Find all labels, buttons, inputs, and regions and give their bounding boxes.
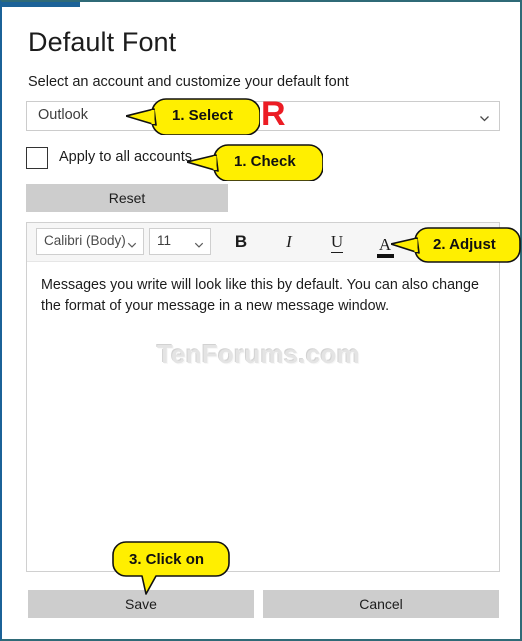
cancel-button[interactable]: Cancel [263, 590, 499, 618]
font-name-value: Calibri (Body) [44, 233, 126, 248]
apply-to-all-accounts-label: Apply to all accounts [59, 149, 192, 165]
chevron-down-icon [479, 111, 490, 122]
callout-step-click-label: 3. Click on [129, 551, 205, 568]
font-preview-editor: Calibri (Body) 11 B I U A Messages you w… [26, 222, 500, 572]
editor-preview-text: Messages you write will look like this b… [41, 277, 479, 314]
font-size-value: 11 [157, 233, 172, 248]
italic-button[interactable]: I [269, 223, 309, 261]
font-size-select[interactable]: 11 [149, 228, 211, 255]
callout-step-adjust-label: 2. Adjust [433, 236, 496, 253]
bold-button[interactable]: B [221, 223, 261, 261]
callout-step-check: 1. Check [187, 141, 323, 181]
callout-step-check-label: 1. Check [234, 153, 296, 170]
callout-step-select: 1. Select [126, 95, 260, 135]
page-title: Default Font [28, 27, 177, 57]
underline-label: U [330, 232, 344, 253]
underline-button[interactable]: U [317, 223, 357, 261]
watermark: TenForums.com [157, 339, 360, 369]
callout-step-select-label: 1. Select [172, 107, 233, 124]
reset-button[interactable]: Reset [26, 184, 228, 212]
page-subtitle: Select an account and customize your def… [28, 74, 349, 90]
font-name-select[interactable]: Calibri (Body) [36, 228, 144, 255]
callout-step-adjust: 2. Adjust [391, 225, 521, 263]
chevron-down-icon [194, 237, 204, 248]
account-select-value: Outlook [38, 107, 88, 123]
default-font-window: Default Font Select an account and custo… [0, 0, 522, 641]
callout-step-click: 3. Click on [112, 540, 230, 596]
window-content: Default Font Select an account and custo… [2, 2, 521, 639]
chevron-down-icon [127, 237, 137, 248]
editor-body[interactable]: Messages you write will look like this b… [27, 262, 499, 585]
apply-to-all-accounts-checkbox[interactable] [26, 147, 48, 169]
